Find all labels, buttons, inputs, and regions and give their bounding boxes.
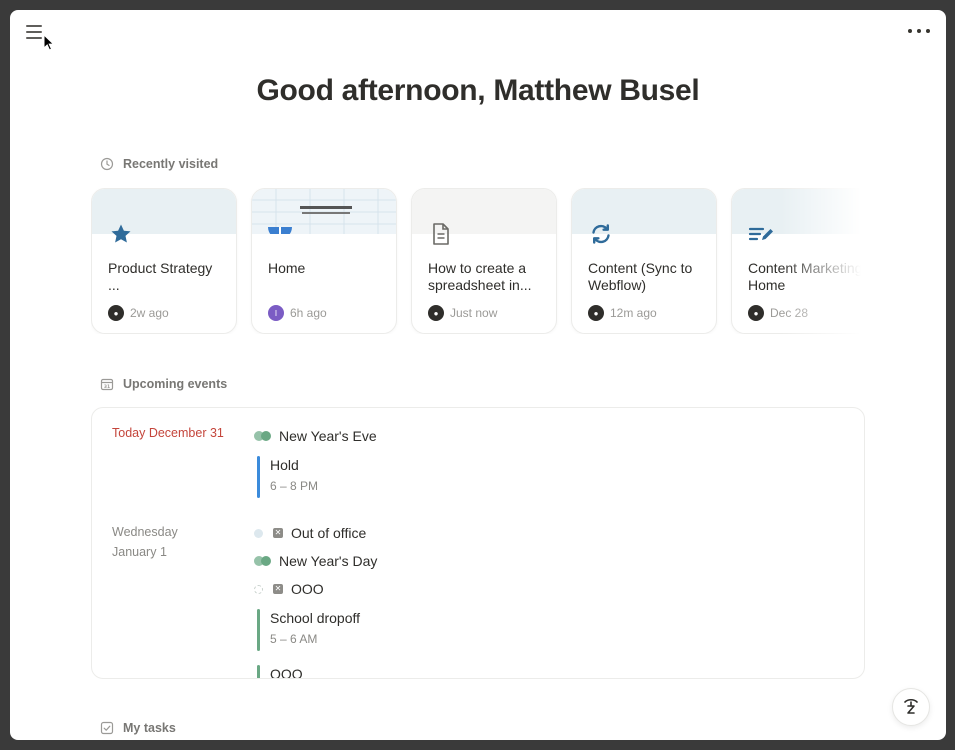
events-panel: Today December 31 New Year's Eve Hold 6 … (91, 407, 865, 679)
all-day-event-icon (254, 556, 271, 566)
card-time: 6h ago (290, 306, 327, 320)
recent-card[interactable]: Content (Sync to Webflow) ● 12m ago (571, 188, 717, 334)
avatar: ● (748, 305, 764, 321)
recent-card[interactable]: How to create a spreadsheet in... ● Just… (411, 188, 557, 334)
event-time: 5 – 6 AM (270, 632, 318, 646)
close-box-icon: ✕ (273, 528, 283, 538)
card-time: Dec 28 (770, 306, 809, 320)
card-title: How to create a spreadsheet in... (428, 260, 532, 293)
recent-card[interactable]: Content Marketing Home ● Dec 28 (731, 188, 861, 334)
event-title: OOO (270, 666, 303, 679)
document-icon (428, 221, 454, 247)
notion-ai-button[interactable] (892, 688, 930, 726)
event-title: School dropoff (270, 610, 361, 626)
date-next: Wednesday January 1 (112, 522, 178, 562)
card-title: Home (268, 260, 306, 276)
event-title: Hold (270, 457, 299, 473)
event-title: New Year's Eve (279, 428, 377, 444)
checkbox-icon (100, 721, 114, 735)
status-dot-icon (254, 584, 263, 594)
clock-icon (100, 157, 114, 171)
event-ooo[interactable]: ✕ OOO (254, 581, 324, 597)
svg-text:31: 31 (104, 384, 110, 390)
card-time: 12m ago (610, 306, 657, 320)
recently-visited-header: Recently visited (100, 157, 218, 171)
all-day-event-icon (254, 431, 271, 441)
recent-card[interactable]: Home I 6h ago (251, 188, 397, 334)
star-icon (108, 221, 134, 247)
mouse-cursor-icon (43, 34, 55, 51)
event-all-day[interactable]: New Year's Eve (254, 428, 377, 444)
avatar: ● (108, 305, 124, 321)
event-all-day[interactable]: New Year's Day (254, 553, 377, 569)
close-box-icon: ✕ (273, 584, 283, 594)
section-label: Upcoming events (123, 377, 228, 391)
section-label: My tasks (123, 721, 176, 735)
avatar: ● (428, 305, 444, 321)
event-ooo[interactable]: ✕ Out of office (254, 525, 366, 541)
upcoming-events-header: 31 Upcoming events (100, 377, 227, 391)
ai-face-icon (904, 698, 918, 714)
date-today: Today December 31 (112, 426, 224, 440)
card-title: Content Marketing Home (748, 260, 861, 293)
event-block[interactable]: School dropoff 5 – 6 AM (257, 609, 361, 651)
calendar-icon: 31 (100, 378, 114, 391)
card-title: Product Strategy ... (108, 260, 213, 293)
avatar: I (268, 305, 284, 321)
event-title: Out of office (291, 525, 367, 541)
my-tasks-header: My tasks (100, 721, 176, 735)
cover-image (252, 189, 396, 234)
event-title: OOO (291, 581, 324, 597)
card-time: 2w ago (130, 306, 169, 320)
section-label: Recently visited (123, 157, 219, 171)
date-day: January 1 (112, 545, 167, 559)
app-window: Good afternoon, Matthew Busel Recently v… (10, 10, 946, 740)
edit-list-icon (748, 221, 774, 247)
page-title: Good afternoon, Matthew Busel (256, 74, 700, 107)
recent-cards-row: Product Strategy ... ● 2w ago Home I 6h … (91, 188, 861, 334)
date-weekday: Wednesday (112, 525, 178, 539)
sync-icon (588, 221, 614, 247)
event-time: 6 – 8 PM (270, 479, 319, 493)
more-options-icon[interactable] (908, 24, 930, 38)
avatar: ● (588, 305, 604, 321)
event-block[interactable]: OOO (257, 665, 303, 679)
event-block[interactable]: Hold 6 – 8 PM (257, 456, 319, 498)
recent-card[interactable]: Product Strategy ... ● 2w ago (91, 188, 237, 334)
card-time: Just now (450, 306, 498, 320)
event-title: New Year's Day (279, 553, 378, 569)
status-dot-icon (254, 528, 263, 538)
card-title: Content (Sync to Webflow) (588, 260, 693, 293)
